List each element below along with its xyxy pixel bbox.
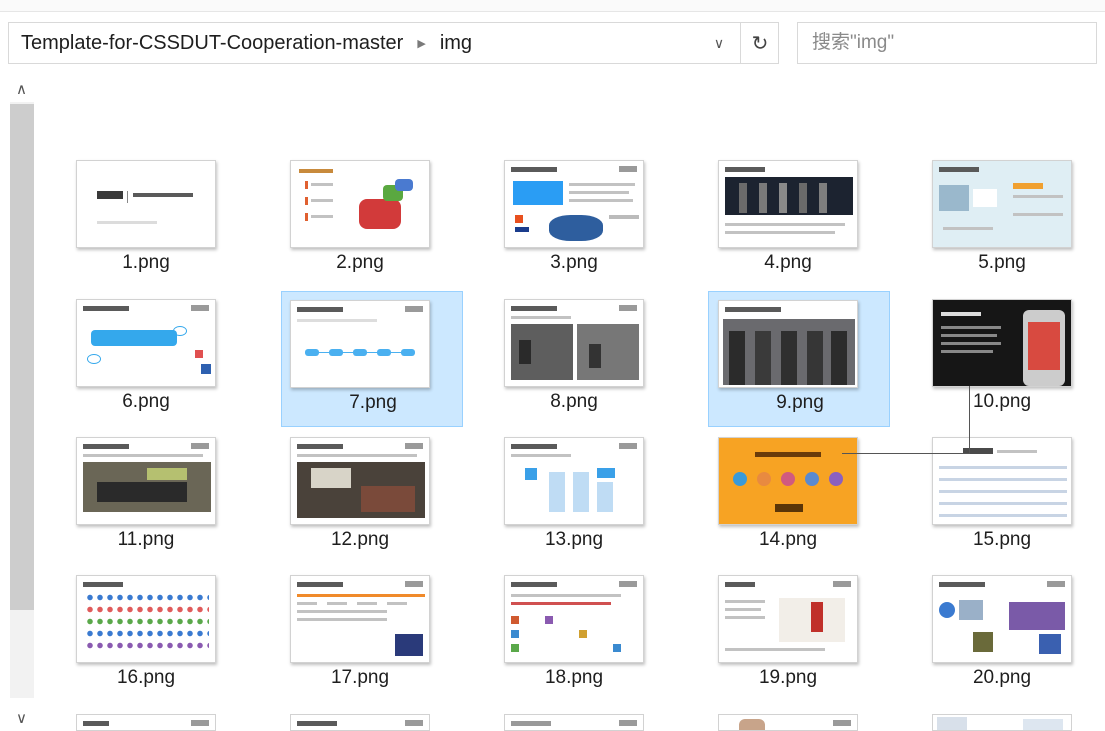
image-thumbnail [932, 575, 1072, 663]
image-thumbnail [290, 575, 430, 663]
file-item[interactable]: 16.png [55, 567, 237, 703]
chevron-right-icon[interactable]: ▶ [417, 37, 425, 50]
file-name: 3.png [550, 252, 598, 273]
address-bar[interactable]: Template-for-CSSDUT-Cooperation-master ▶… [8, 22, 779, 64]
file-name: 20.png [972, 667, 1032, 688]
image-thumbnail-partial[interactable] [504, 714, 644, 731]
image-thumbnail-partial[interactable] [290, 714, 430, 731]
file-name: 19.png [758, 667, 818, 688]
image-thumbnail [290, 160, 430, 248]
file-item[interactable]: 1.png [55, 152, 237, 288]
image-thumbnail [932, 160, 1072, 248]
file-name: 1.png [122, 252, 170, 273]
file-item[interactable]: 6.png [55, 291, 237, 427]
file-item[interactable]: 11.png [55, 429, 237, 565]
image-thumbnail [76, 299, 216, 387]
image-thumbnail [718, 437, 858, 525]
file-item[interactable]: 12.png [269, 429, 451, 565]
vertical-scrollbar[interactable]: ∧ ∨ [8, 76, 35, 731]
scroll-thumb[interactable] [10, 104, 34, 610]
file-item[interactable]: 2.png [269, 152, 451, 288]
image-thumbnail [718, 160, 858, 248]
file-name: 18.png [544, 667, 604, 688]
chevron-down-icon[interactable]: ∨ [8, 706, 35, 730]
file-item[interactable]: 5.png [911, 152, 1093, 288]
file-name: 14.png [758, 529, 818, 550]
file-name: 7.png [349, 392, 397, 413]
chevron-down-icon[interactable]: ∨ [699, 23, 739, 63]
file-item[interactable]: 17.png [269, 567, 451, 703]
breadcrumb-folder-root[interactable]: Template-for-CSSDUT-Cooperation-master [9, 32, 403, 55]
file-item[interactable]: 18.png [483, 567, 665, 703]
file-name: 8.png [550, 391, 598, 412]
file-name: 13.png [544, 529, 604, 550]
file-name: 11.png [117, 529, 175, 550]
file-item[interactable]: 13.png [483, 429, 665, 565]
file-name: 5.png [978, 252, 1026, 273]
image-thumbnail [504, 575, 644, 663]
image-thumbnail [76, 575, 216, 663]
image-thumbnail-partial[interactable] [718, 714, 858, 731]
image-thumbnail [76, 437, 216, 525]
file-name: 17.png [330, 667, 390, 688]
file-item[interactable]: 3.png [483, 152, 665, 288]
image-thumbnail [290, 437, 430, 525]
image-thumbnail [504, 437, 644, 525]
breadcrumb-folder-img[interactable]: img [440, 32, 472, 55]
search-input[interactable] [812, 32, 1082, 54]
image-thumbnail [290, 300, 430, 388]
chevron-up-icon[interactable]: ∧ [8, 76, 35, 102]
file-name: 4.png [764, 252, 812, 273]
image-thumbnail-partial[interactable] [76, 714, 216, 731]
file-name: 15.png [972, 529, 1032, 550]
file-item[interactable]: 19.png [697, 567, 879, 703]
file-name: 16.png [116, 667, 176, 688]
image-thumbnail [504, 160, 644, 248]
image-thumbnail [504, 299, 644, 387]
refresh-icon[interactable]: ↻ [741, 23, 779, 63]
window-top-edge [0, 0, 1105, 12]
image-thumbnail [718, 575, 858, 663]
image-thumbnail [718, 300, 858, 388]
search-box[interactable] [797, 22, 1097, 64]
file-name: 2.png [336, 252, 384, 273]
file-item[interactable]: 20.png [911, 567, 1093, 703]
connector-line [842, 386, 970, 454]
image-thumbnail [932, 299, 1072, 387]
file-name: 12.png [330, 529, 390, 550]
file-name: 6.png [122, 391, 170, 412]
image-thumbnail [76, 160, 216, 248]
file-item[interactable]: 8.png [483, 291, 665, 427]
file-item[interactable]: 4.png [697, 152, 879, 288]
file-item-selected[interactable]: 7.png [281, 291, 463, 427]
image-thumbnail-partial[interactable] [932, 714, 1072, 731]
